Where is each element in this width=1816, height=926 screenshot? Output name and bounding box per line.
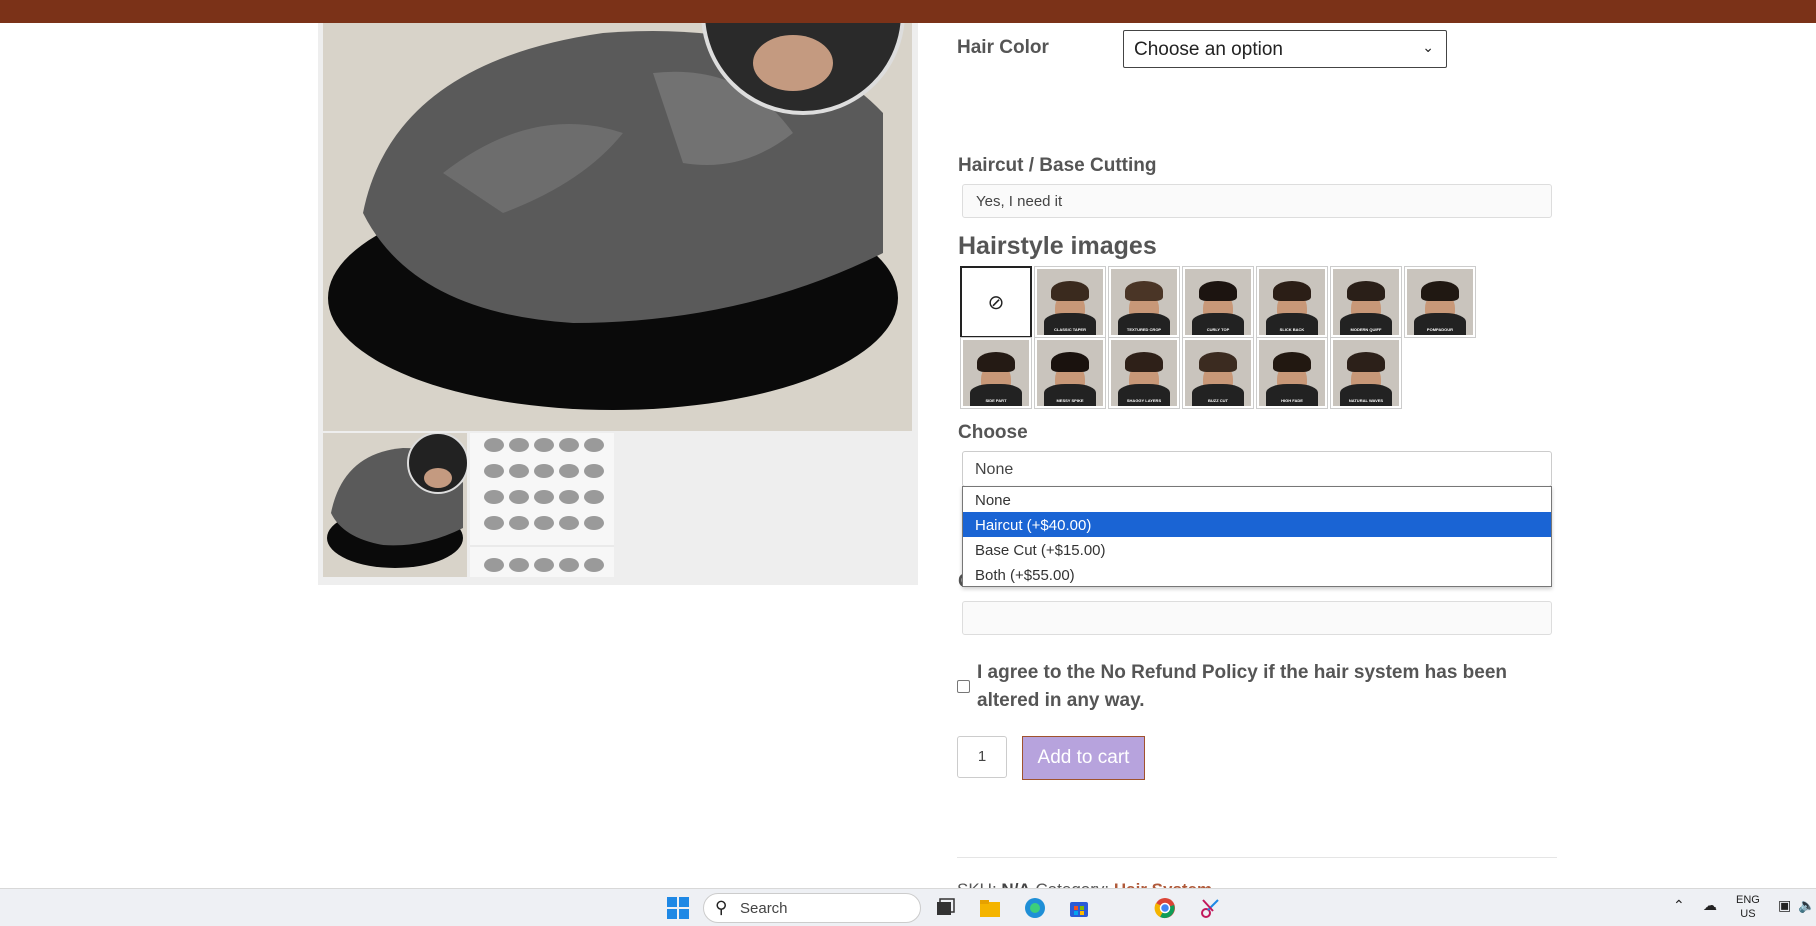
hairstyle-none-swatch[interactable]: ⊘ xyxy=(960,266,1032,338)
haircut-label: Haircut / Base Cutting xyxy=(958,155,1157,176)
hairstyle-photo: MESSY SPIKE xyxy=(1037,340,1103,406)
refund-policy-checkbox[interactable] xyxy=(957,680,970,693)
divider xyxy=(957,857,1557,858)
hairstyle-photo: CLASSIC TAPER xyxy=(1037,269,1103,335)
choose-label: Choose xyxy=(958,422,1028,443)
monitor-icon[interactable]: ▣ xyxy=(1778,897,1791,914)
hairstyle-swatch[interactable]: NATURAL WAVES xyxy=(1330,337,1402,409)
hairstyle-photo: SLICK BACK xyxy=(1259,269,1325,335)
other-size-field[interactable] xyxy=(962,601,1552,635)
hairstyle-photo: MODERN QUIFF xyxy=(1333,269,1399,335)
taskbar-search-input[interactable]: ⚲ Search xyxy=(703,893,921,923)
hairstyle-heading: Hairstyle images xyxy=(958,232,1157,260)
product-main-image[interactable] xyxy=(323,23,912,431)
choose-select[interactable]: None xyxy=(962,451,1552,487)
language-code: ENG xyxy=(1736,894,1760,906)
no-selection-icon: ⊘ xyxy=(987,291,1005,314)
hairstyle-caption: BUZZ CUT xyxy=(1208,398,1228,403)
chevron-up-icon[interactable]: ⌃ xyxy=(1673,897,1685,914)
hairstyle-photo: HIGH FADE xyxy=(1259,340,1325,406)
snipping-tool-icon[interactable] xyxy=(1199,896,1223,920)
hairstyle-caption: SHAGGY LAYERS xyxy=(1126,398,1162,403)
refund-policy-text: I agree to the No Refund Policy if the h… xyxy=(977,662,1508,711)
file-explorer-icon[interactable] xyxy=(978,896,1002,920)
quantity-input[interactable]: 1 xyxy=(957,736,1007,778)
site-header-bar xyxy=(0,0,1816,23)
speaker-icon[interactable]: 🔈 xyxy=(1798,897,1815,914)
hairstyle-caption: HIGH FADE xyxy=(1281,398,1303,403)
windows-start-icon[interactable] xyxy=(666,896,690,920)
hairstyle-swatch[interactable]: BUZZ CUT xyxy=(1182,337,1254,409)
hairstyle-swatch[interactable]: SIDE PART xyxy=(960,337,1032,409)
choose-option[interactable]: Base Cut (+$15.00) xyxy=(963,537,1551,562)
hairstyle-swatch[interactable]: MESSY SPIKE xyxy=(1034,337,1106,409)
hairstyle-caption: CURLY TOP xyxy=(1206,327,1230,332)
hairstyle-photo: SHAGGY LAYERS xyxy=(1111,340,1177,406)
chrome-icon[interactable] xyxy=(1153,896,1177,920)
hairstyle-swatch[interactable]: CLASSIC TAPER xyxy=(1034,266,1106,338)
taskbar: ⚲ Search ⌃ ☁ ENG US ▣ 🔈 xyxy=(0,888,1816,926)
hairstyle-caption: MESSY SPIKE xyxy=(1056,398,1084,403)
hairstyle-swatch[interactable]: TEXTURED CROP xyxy=(1108,266,1180,338)
chevron-down-icon: ⌄ xyxy=(1422,39,1434,55)
hairstyle-caption: CLASSIC TAPER xyxy=(1054,327,1086,332)
hairstyle-caption: TEXTURED CROP xyxy=(1126,327,1162,332)
hairstyle-swatch[interactable]: HIGH FADE xyxy=(1256,337,1328,409)
gallery-thumbnail[interactable] xyxy=(323,432,469,577)
hairstyle-swatch[interactable]: MODERN QUIFF xyxy=(1330,266,1402,338)
add-to-cart-button[interactable]: Add to cart xyxy=(1022,736,1145,780)
choose-option[interactable]: Both (+$55.00) xyxy=(963,562,1551,587)
hairstyle-photo: SIDE PART xyxy=(963,340,1029,406)
haircut-field[interactable]: Yes, I need it xyxy=(962,184,1552,218)
hairstyle-photo: CURLY TOP xyxy=(1185,269,1251,335)
hair-color-select-value: Choose an option xyxy=(1134,39,1283,60)
region-code: US xyxy=(1740,908,1756,920)
hairstyle-photo: POMPADOUR xyxy=(1407,269,1473,335)
choose-option[interactable]: Haircut (+$40.00) xyxy=(963,512,1551,537)
language-indicator[interactable]: ENG US xyxy=(1736,893,1760,921)
hair-color-label: Hair Color xyxy=(957,37,1049,58)
hairstyle-photo: NATURAL WAVES xyxy=(1333,340,1399,406)
edge-browser-icon[interactable] xyxy=(1023,896,1047,920)
hairstyle-caption: MODERN QUIFF xyxy=(1350,327,1382,332)
hairstyle-caption: SLICK BACK xyxy=(1279,327,1305,332)
cloud-offline-icon[interactable]: ☁ xyxy=(1703,897,1717,914)
hair-color-select[interactable]: Choose an option ⌄ xyxy=(1123,30,1447,68)
task-view-icon[interactable] xyxy=(933,896,957,920)
hairstyle-photo: BUZZ CUT xyxy=(1185,340,1251,406)
gallery-thumbnail[interactable] xyxy=(470,433,614,577)
hairstyle-swatch[interactable]: CURLY TOP xyxy=(1182,266,1254,338)
product-gallery xyxy=(318,23,918,585)
hairstyle-swatch[interactable]: POMPADOUR xyxy=(1404,266,1476,338)
store-icon[interactable] xyxy=(1067,896,1091,920)
hairstyle-swatch[interactable]: SLICK BACK xyxy=(1256,266,1328,338)
choose-option[interactable]: None xyxy=(963,487,1551,512)
hairstyle-swatch[interactable]: SHAGGY LAYERS xyxy=(1108,337,1180,409)
hairstyle-caption: POMPADOUR xyxy=(1426,327,1454,332)
hairstyle-caption: SIDE PART xyxy=(985,398,1007,403)
search-icon: ⚲ xyxy=(715,898,728,917)
hairstyle-photo: TEXTURED CROP xyxy=(1111,269,1177,335)
choose-dropdown-list: None Haircut (+$40.00) Base Cut (+$15.00) B… xyxy=(962,486,1552,587)
hairstyle-caption: NATURAL WAVES xyxy=(1348,398,1384,403)
taskbar-search-placeholder: Search xyxy=(740,900,788,917)
